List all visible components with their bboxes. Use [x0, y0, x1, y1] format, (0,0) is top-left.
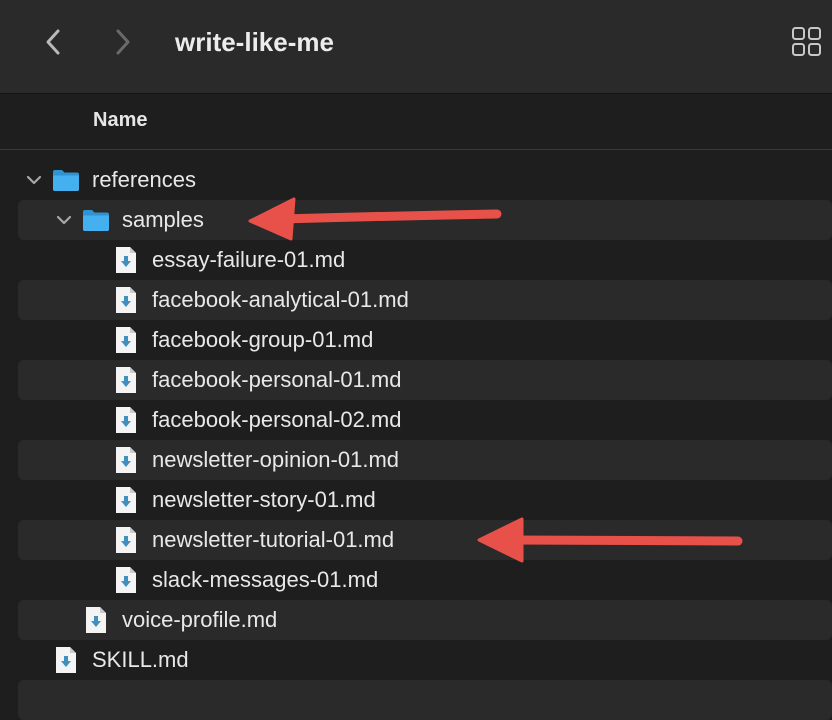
tree-row-empty: [18, 680, 832, 720]
tree-row-file[interactable]: facebook-personal-01.md: [18, 360, 832, 400]
tree-item-label: slack-messages-01.md: [152, 567, 379, 592]
markdown-file-icon: [116, 367, 136, 393]
tree-item-label: newsletter-story-01.md: [152, 487, 376, 512]
tree-row-file[interactable]: facebook-group-01.md: [18, 320, 832, 360]
folder-icon: [83, 210, 109, 231]
grid-view-icon: [792, 27, 821, 56]
column-header-bar: Name: [0, 94, 832, 150]
window-toolbar: write-like-me: [0, 0, 832, 94]
chevron-down-icon[interactable]: [24, 170, 44, 190]
chevron-right-icon: [116, 29, 130, 55]
tree-item-label: voice-profile.md: [122, 607, 278, 632]
tree-row-references[interactable]: references: [18, 160, 832, 200]
tree-row-file[interactable]: essay-failure-01.md: [18, 240, 832, 280]
tree-row-file[interactable]: SKILL.md: [18, 640, 832, 680]
back-button[interactable]: [36, 24, 70, 60]
tree-row-file[interactable]: slack-messages-01.md: [18, 560, 832, 600]
forward-button[interactable]: [106, 24, 140, 60]
folder-icon: [53, 170, 79, 191]
tree-row-samples[interactable]: samples: [18, 200, 832, 240]
markdown-file-icon: [116, 287, 136, 313]
markdown-file-icon: [56, 647, 76, 673]
chevron-left-icon: [46, 29, 60, 55]
tree-row-file[interactable]: newsletter-story-01.md: [18, 480, 832, 520]
tree-row-file[interactable]: facebook-personal-02.md: [18, 400, 832, 440]
tree-item-label: newsletter-tutorial-01.md: [152, 527, 395, 552]
markdown-file-icon: [116, 407, 136, 433]
tree-row-file[interactable]: newsletter-tutorial-01.md: [18, 520, 832, 560]
markdown-file-icon: [116, 327, 136, 353]
tree-item-label: essay-failure-01.md: [152, 247, 346, 272]
markdown-file-icon: [116, 447, 136, 473]
tree-item-label: samples: [122, 207, 204, 232]
window-title: write-like-me: [175, 27, 334, 57]
markdown-file-icon: [116, 247, 136, 273]
chevron-down-icon[interactable]: [54, 210, 74, 230]
tree-row-file[interactable]: facebook-analytical-01.md: [18, 280, 832, 320]
tree-item-label: SKILL.md: [92, 647, 189, 672]
tree-item-label: facebook-personal-01.md: [152, 367, 402, 392]
view-mode-button[interactable]: [790, 25, 824, 59]
markdown-file-icon: [116, 487, 136, 513]
tree-row-file[interactable]: voice-profile.md: [18, 600, 832, 640]
tree-item-label: newsletter-opinion-01.md: [152, 447, 400, 472]
tree-item-label: facebook-analytical-01.md: [152, 287, 409, 312]
markdown-file-icon: [116, 527, 136, 553]
column-header-name[interactable]: Name: [93, 94, 147, 146]
tree-row-file[interactable]: newsletter-opinion-01.md: [18, 440, 832, 480]
markdown-file-icon: [116, 567, 136, 593]
tree-item-label: references: [92, 167, 196, 192]
tree-item-label: facebook-personal-02.md: [152, 407, 402, 432]
tree-item-label: facebook-group-01.md: [152, 327, 374, 352]
markdown-file-icon: [86, 607, 106, 633]
